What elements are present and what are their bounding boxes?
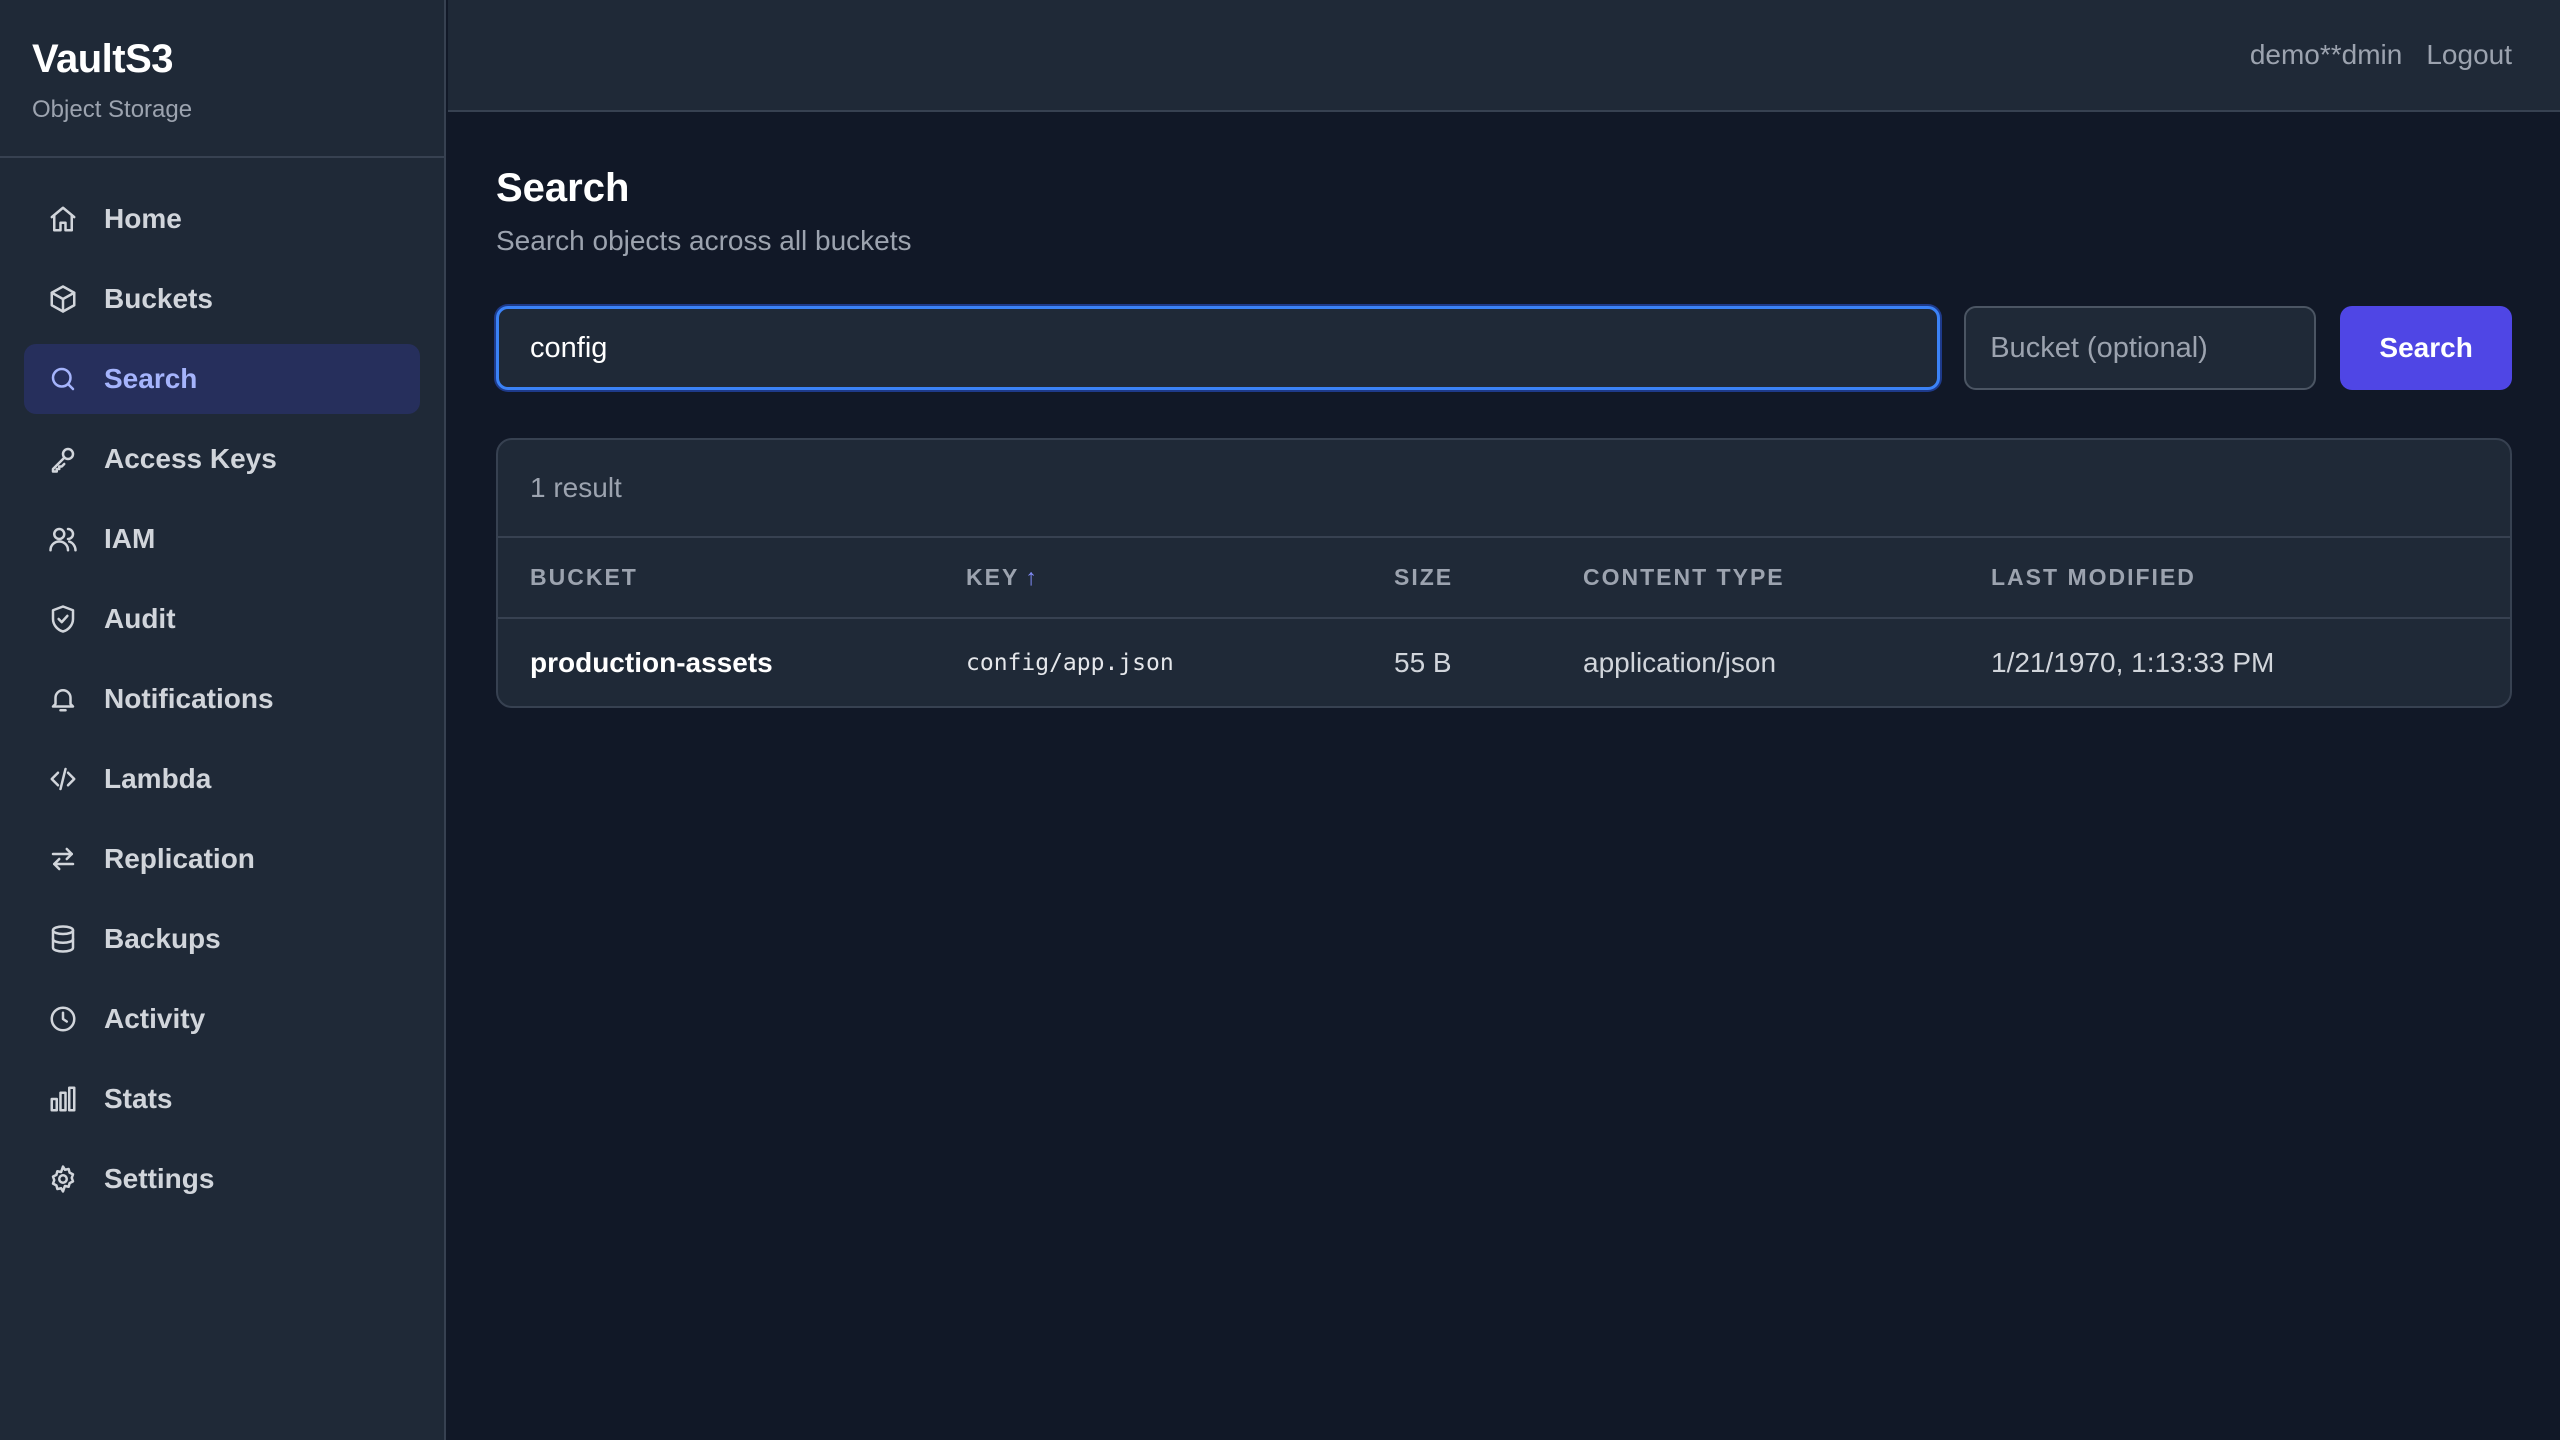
column-header-content-type[interactable]: CONTENT TYPE — [1583, 538, 1991, 619]
code-icon — [48, 764, 78, 794]
sidebar-item-backups[interactable]: Backups — [24, 904, 420, 974]
sidebar-item-iam[interactable]: IAM — [24, 504, 420, 574]
sidebar-item-stats[interactable]: Stats — [24, 1064, 420, 1134]
column-header-key[interactable]: KEY ↑ — [966, 538, 1394, 619]
sidebar-item-label: Activity — [104, 1003, 206, 1034]
arrows-swap-icon — [48, 844, 78, 874]
cell-key[interactable]: config/app.json — [966, 618, 1394, 706]
sidebar-item-audit[interactable]: Audit — [24, 584, 420, 654]
sidebar: VaultS3 Object Storage Home Buckets Sear… — [0, 0, 446, 1440]
page-subtitle: Search objects across all buckets — [496, 225, 912, 256]
search-input[interactable] — [496, 306, 1941, 390]
cell-content-type: application/json — [1583, 646, 1777, 678]
results-count: 1 result — [498, 440, 2510, 538]
results-panel: 1 result BUCKET KEY ↑ SIZE CONTENT TYPE L… — [496, 438, 2512, 708]
sidebar-item-buckets[interactable]: Buckets — [24, 264, 420, 334]
sidebar-item-label: Notifications — [104, 683, 274, 714]
sort-ascending-icon: ↑ — [1025, 564, 1039, 590]
cell-size: 55 B — [1394, 646, 1452, 678]
column-header-key-label: KEY — [966, 564, 1020, 590]
key-icon — [48, 444, 78, 474]
cell-last-modified: 1/21/1970, 1:13:33 PM — [1991, 646, 2275, 678]
sidebar-item-label: Access Keys — [104, 443, 277, 474]
sidebar-item-home[interactable]: Home — [24, 184, 420, 254]
main-content: Search Search objects across all buckets… — [496, 112, 2512, 708]
sidebar-item-label: Settings — [104, 1163, 215, 1194]
sidebar-item-label: Lambda — [104, 763, 212, 794]
search-form: Search — [496, 306, 2512, 390]
bell-icon — [48, 684, 78, 714]
search-icon — [48, 364, 78, 394]
sidebar-item-label: Audit — [104, 603, 176, 634]
results-table: BUCKET KEY ↑ SIZE CONTENT TYPE LAST MODIF… — [498, 538, 2510, 706]
cell-bucket[interactable]: production-assets — [498, 618, 966, 706]
table-row[interactable]: production-assets config/app.json 55 B a… — [498, 618, 2510, 706]
bar-chart-icon — [48, 1084, 78, 1114]
sidebar-item-label: Stats — [104, 1083, 173, 1114]
sidebar-nav: Home Buckets Search Access Keys IAM Audi… — [0, 158, 444, 1214]
sidebar-item-activity[interactable]: Activity — [24, 984, 420, 1054]
sidebar-item-label: Buckets — [104, 283, 213, 314]
sidebar-item-label: Replication — [104, 843, 255, 874]
sidebar-item-label: Home — [104, 203, 182, 234]
column-header-last-modified[interactable]: LAST MODIFIED — [1991, 538, 2510, 619]
logout-link[interactable]: Logout — [2426, 39, 2512, 71]
sidebar-item-label: IAM — [104, 523, 156, 554]
sidebar-item-search[interactable]: Search — [24, 344, 420, 414]
sidebar-item-access-keys[interactable]: Access Keys — [24, 424, 420, 494]
table-header-row: BUCKET KEY ↑ SIZE CONTENT TYPE LAST MODIF… — [498, 538, 2510, 619]
users-icon — [48, 524, 78, 554]
sidebar-item-settings[interactable]: Settings — [24, 1144, 420, 1214]
top-bar: demo**dmin Logout — [448, 0, 2560, 112]
brand-subtitle: Object Storage — [32, 96, 193, 123]
sidebar-item-replication[interactable]: Replication — [24, 824, 420, 894]
column-header-size[interactable]: SIZE — [1394, 538, 1583, 619]
sidebar-item-label: Search — [104, 363, 198, 394]
box-icon — [48, 284, 78, 314]
gear-icon — [48, 1164, 78, 1194]
bucket-filter-input[interactable] — [1964, 306, 2317, 390]
brand-title: VaultS3 — [32, 37, 174, 81]
shield-check-icon — [48, 604, 78, 634]
page-title: Search — [496, 166, 630, 210]
username: demo**dmin — [2249, 39, 2403, 70]
sidebar-item-lambda[interactable]: Lambda — [24, 744, 420, 814]
home-icon — [48, 204, 78, 234]
brand: VaultS3 Object Storage — [0, 0, 444, 158]
search-button[interactable]: Search — [2340, 306, 2512, 390]
database-icon — [48, 924, 78, 954]
clock-icon — [48, 1004, 78, 1034]
column-header-bucket[interactable]: BUCKET — [498, 538, 966, 619]
sidebar-item-notifications[interactable]: Notifications — [24, 664, 420, 734]
sidebar-item-label: Backups — [104, 923, 221, 954]
